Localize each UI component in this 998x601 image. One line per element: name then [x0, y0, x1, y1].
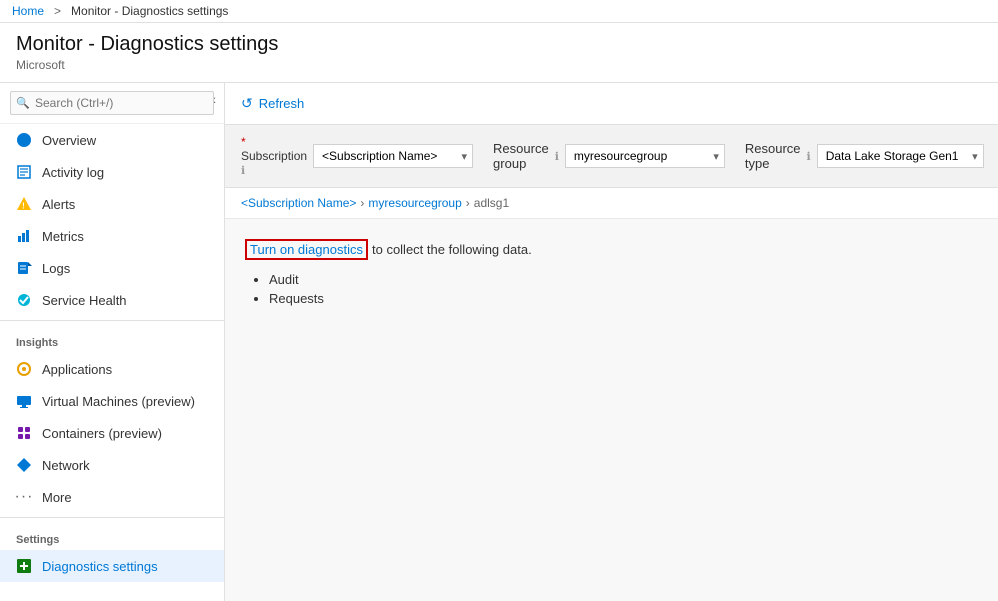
page-subtitle: Microsoft: [16, 58, 982, 72]
search-wrap: 🔍: [10, 91, 214, 115]
sub-breadcrumb-sep1: ›: [360, 196, 364, 210]
sidebar-item-label-vm: Virtual Machines (preview): [42, 394, 195, 409]
activity-icon: [16, 164, 32, 180]
subscription-filter-group: * Subscription ℹ <Subscription Name>: [241, 135, 473, 177]
sidebar-section-insights: Insights: [0, 325, 224, 353]
sub-breadcrumb: <Subscription Name> › myresourcegroup › …: [225, 188, 998, 219]
containers-icon: [16, 425, 32, 441]
sidebar-item-label-logs: Logs: [42, 261, 70, 276]
service-health-icon: [16, 292, 32, 308]
overview-icon: [16, 132, 32, 148]
breadcrumb-sep1: >: [54, 4, 61, 18]
refresh-label: Refresh: [259, 96, 305, 111]
network-icon: [16, 457, 32, 473]
required-star: *: [241, 135, 246, 149]
sidebar-section-settings: Settings: [0, 522, 224, 550]
turn-on-diagnostics-link[interactable]: Turn on diagnostics: [245, 239, 368, 260]
resource-group-select-wrap: myresourcegroup: [565, 144, 725, 168]
resource-group-filter-group: Resource group ℹ myresourcegroup: [493, 141, 725, 171]
sidebar: « 🔍 Overview Activity log ! Alerts: [0, 83, 225, 601]
sidebar-item-label-activity: Activity log: [42, 165, 104, 180]
toolbar: ↺ Refresh: [225, 83, 998, 125]
diag-icon: [16, 558, 32, 574]
sidebar-item-virtual-machines[interactable]: Virtual Machines (preview): [0, 385, 224, 417]
sidebar-item-metrics[interactable]: Metrics: [0, 220, 224, 252]
resource-group-label: Resource group: [493, 141, 549, 171]
sidebar-divider-2: [0, 517, 224, 518]
sidebar-item-label-service-health: Service Health: [42, 293, 127, 308]
refresh-button[interactable]: ↺ Refresh: [241, 91, 304, 116]
sub-breadcrumb-subscription[interactable]: <Subscription Name>: [241, 196, 356, 210]
sidebar-item-label-diag: Diagnostics settings: [42, 559, 158, 574]
sidebar-divider-1: [0, 320, 224, 321]
sidebar-item-overview[interactable]: Overview: [0, 124, 224, 156]
page-header: Monitor - Diagnostics settings Microsoft: [0, 23, 998, 83]
sub-breadcrumb-resource-group[interactable]: myresourcegroup: [368, 196, 461, 210]
vm-icon: [16, 393, 32, 409]
sidebar-item-label-more: More: [42, 490, 72, 505]
logs-icon: [16, 260, 32, 276]
sidebar-item-label-overview: Overview: [42, 133, 96, 148]
diagnostics-message-text: to collect the following data.: [372, 242, 532, 257]
sidebar-item-logs[interactable]: Logs: [0, 252, 224, 284]
sidebar-item-more[interactable]: ··· More: [0, 481, 224, 513]
sidebar-item-activity-log[interactable]: Activity log: [0, 156, 224, 188]
sidebar-item-label-applications: Applications: [42, 362, 112, 377]
more-icon: ···: [16, 489, 32, 505]
refresh-icon: ↺: [241, 95, 253, 112]
diag-list-item-audit: Audit: [269, 272, 978, 287]
sidebar-item-label-network: Network: [42, 458, 90, 473]
diagnostics-message: Turn on diagnostics to collect the follo…: [245, 239, 978, 260]
sidebar-item-label-containers: Containers (preview): [42, 426, 162, 441]
filter-bar: * Subscription ℹ <Subscription Name> Res…: [225, 125, 998, 188]
subscription-info-icon: ℹ: [241, 165, 245, 177]
subscription-select[interactable]: <Subscription Name>: [313, 144, 473, 168]
sidebar-item-applications[interactable]: Applications: [0, 353, 224, 385]
content-area: ↺ Refresh * Subscription ℹ <Subscription…: [225, 83, 998, 601]
main-layout: « 🔍 Overview Activity log ! Alerts: [0, 83, 998, 601]
resource-type-filter-group: Resource type ℹ Data Lake Storage Gen1: [745, 141, 984, 171]
sidebar-search-container: 🔍: [0, 83, 224, 124]
breadcrumb-home[interactable]: Home: [12, 4, 44, 18]
resource-type-info-icon: ℹ: [807, 150, 811, 163]
alerts-icon: !: [16, 196, 32, 212]
sidebar-item-alerts[interactable]: ! Alerts: [0, 188, 224, 220]
sidebar-item-label-metrics: Metrics: [42, 229, 84, 244]
sidebar-item-label-alerts: Alerts: [42, 197, 75, 212]
applications-icon: [16, 361, 32, 377]
sidebar-item-diagnostics-settings[interactable]: Diagnostics settings: [0, 550, 224, 582]
resource-group-select[interactable]: myresourcegroup: [565, 144, 725, 168]
sub-breadcrumb-sep2: ›: [466, 196, 470, 210]
resource-type-label: Resource type: [745, 141, 801, 171]
search-input[interactable]: [10, 91, 214, 115]
subscription-select-wrap: <Subscription Name>: [313, 144, 473, 168]
search-icon: 🔍: [16, 97, 30, 110]
sidebar-item-service-health[interactable]: Service Health: [0, 284, 224, 316]
svg-text:!: !: [22, 202, 25, 211]
main-diagnostics-content: Turn on diagnostics to collect the follo…: [225, 219, 998, 330]
breadcrumb-current: Monitor - Diagnostics settings: [71, 4, 228, 18]
diag-list-item-requests: Requests: [269, 291, 978, 306]
metrics-icon: [16, 228, 32, 244]
diagnostics-list: Audit Requests: [269, 272, 978, 306]
sidebar-item-containers[interactable]: Containers (preview): [0, 417, 224, 449]
sub-breadcrumb-resource: adlsg1: [474, 196, 509, 210]
top-breadcrumb: Home > Monitor - Diagnostics settings: [0, 0, 998, 23]
resource-type-select-wrap: Data Lake Storage Gen1: [817, 144, 984, 168]
resource-type-select[interactable]: Data Lake Storage Gen1: [817, 144, 984, 168]
subscription-label: * Subscription ℹ: [241, 135, 307, 177]
sidebar-item-network[interactable]: Network: [0, 449, 224, 481]
page-title: Monitor - Diagnostics settings: [16, 33, 982, 56]
resource-group-info-icon: ℹ: [555, 150, 559, 163]
